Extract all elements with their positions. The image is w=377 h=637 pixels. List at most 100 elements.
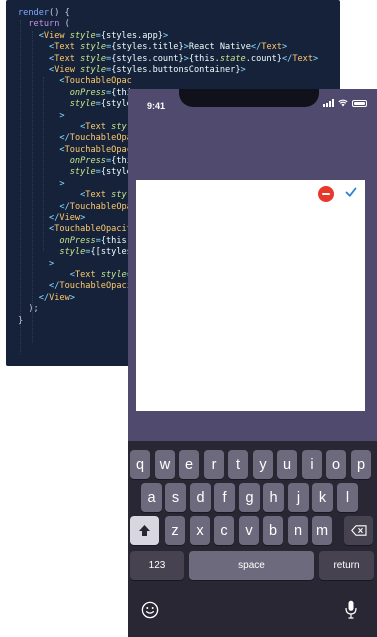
code-token: style [69,167,96,178]
key-f[interactable]: f [214,483,235,512]
key-o[interactable]: o [326,450,346,479]
phone-notch [179,89,319,107]
code-token: state [219,53,246,64]
key-n[interactable]: n [288,516,308,545]
code-token: </ [38,292,50,303]
keyboard-row-3: z x c v b n m [128,516,377,545]
remove-icon[interactable] [318,186,334,202]
microphone-icon[interactable] [345,600,357,619]
code-token: .count} [245,53,282,64]
key-e[interactable]: e [179,450,199,479]
code-token: ); [18,304,39,315]
code-token: TouchableOpac [64,144,132,155]
key-h[interactable]: h [263,483,284,512]
code-token: onPress [69,156,106,167]
key-r[interactable]: r [204,450,224,479]
emoji-icon[interactable] [141,601,159,619]
code-token: Text [292,53,314,64]
code-token: {styles.count} [111,53,184,64]
status-time: 9:41 [147,101,166,111]
key-v[interactable]: v [239,516,259,545]
return-key[interactable]: return [319,551,374,580]
code-token: </ [281,53,293,64]
key-i[interactable]: i [302,450,322,479]
key-s[interactable]: s [165,483,186,512]
onscreen-keyboard: q w e r t y u i o p a s d f g h j k l z … [128,441,377,637]
key-y[interactable]: y [253,450,273,479]
key-w[interactable]: w [155,450,175,479]
code-token: > [69,292,75,303]
key-d[interactable]: d [190,483,211,512]
code-line: <View style={styles.app}> [18,31,318,42]
code-token: React Native [188,42,251,53]
code-token: style [80,53,106,64]
backspace-icon [350,525,367,536]
backspace-key[interactable] [344,516,373,545]
code-token: > [59,110,65,121]
code-token: {styles.app} [100,30,163,41]
code-token: > [162,30,169,41]
code-line: <Text style={styles.count}>{this.state.c… [18,54,318,65]
space-key[interactable]: space [189,551,314,580]
code-token: > [59,178,65,189]
code-line: render() { [18,8,318,19]
keyboard-row-4: 123 space return [128,551,377,580]
code-token: return [28,19,60,30]
signal-icon [323,99,334,107]
keyboard-row-2: a s d f g h j k l [128,483,377,512]
code-line: <TouchableOpac [18,76,318,87]
shift-key[interactable] [130,516,159,545]
code-token: onPress [59,235,96,246]
code-token: TouchableOpa [69,201,132,212]
code-line: <View style={styles.buttonsContainer}> [18,65,318,76]
key-t[interactable]: t [228,450,248,479]
code-token: Text [54,53,75,64]
code-token: Text [85,121,106,132]
code-token: > [240,64,246,75]
key-c[interactable]: c [214,516,234,545]
checkmark-icon[interactable] [345,185,357,199]
key-l[interactable]: l [337,483,358,512]
code-token: style [59,247,86,258]
code-token: Text [54,42,75,53]
key-b[interactable]: b [263,516,283,545]
battery-icon [352,99,367,107]
key-m[interactable]: m [312,516,332,545]
code-token: () { [49,8,70,18]
key-x[interactable]: x [190,516,210,545]
numbers-key[interactable]: 123 [130,551,184,580]
code-token: onPress [69,87,106,98]
code-token: TouchableOpaci [59,281,132,292]
status-icons [323,99,367,107]
code-token: TouchableOpac [64,76,132,87]
code-token: </ [250,42,262,53]
key-p[interactable]: p [351,450,371,479]
key-u[interactable]: u [277,450,297,479]
code-line: return ( [18,19,318,30]
key-a[interactable]: a [141,483,162,512]
key-q[interactable]: q [130,450,150,479]
key-k[interactable]: k [312,483,333,512]
key-g[interactable]: g [239,483,260,512]
wifi-icon [338,99,348,107]
key-z[interactable]: z [165,516,185,545]
key-j[interactable]: j [288,483,309,512]
